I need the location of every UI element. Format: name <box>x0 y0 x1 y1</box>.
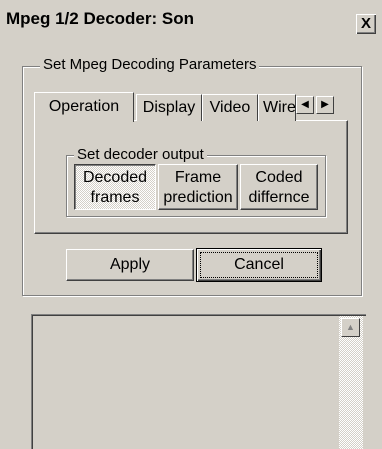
coded-difference-button[interactable]: Coded differnce <box>240 164 318 210</box>
button-label-line2: differnce <box>248 189 310 206</box>
decoding-parameters-group-label: Set Mpeg Decoding Parameters <box>40 56 260 73</box>
scroll-up-button[interactable]: ▲ <box>341 318 360 337</box>
tab-operation[interactable]: Operation <box>34 92 134 122</box>
close-icon: X <box>360 15 371 32</box>
apply-button[interactable]: Apply <box>66 249 194 281</box>
vertical-scrollbar[interactable]: ▲ <box>339 316 363 449</box>
output-text-area[interactable] <box>31 314 366 449</box>
arrow-up-icon: ▲ <box>346 322 355 332</box>
window-title: Mpeg 1/2 Decoder: Son <box>6 9 194 28</box>
button-label-line1: Coded <box>255 169 303 186</box>
tab-scroll-right-button[interactable]: ▶ <box>316 96 334 114</box>
frame-prediction-button[interactable]: Frame prediction <box>158 164 238 210</box>
apply-button-label: Apply <box>109 256 151 273</box>
chevron-left-icon: ◀ <box>301 99 309 110</box>
tab-display[interactable]: Display <box>136 94 202 121</box>
cancel-button-label: Cancel <box>234 256 284 273</box>
title-bar[interactable]: Mpeg 1/2 Decoder: Son X <box>0 0 382 38</box>
button-label-line2: prediction <box>163 189 233 206</box>
button-label-line1: Decoded <box>82 169 148 186</box>
tab-label: Wire <box>263 99 296 116</box>
button-label-line2: frames <box>90 189 140 206</box>
tab-label: Operation <box>48 98 120 115</box>
tab-label: Video <box>209 99 251 116</box>
cancel-button[interactable]: Cancel <box>196 248 322 282</box>
close-button[interactable]: X <box>356 14 376 34</box>
tab-scroll-left-button[interactable]: ◀ <box>296 96 314 114</box>
decoded-frames-button[interactable]: Decoded frames <box>74 164 156 210</box>
tab-video[interactable]: Video <box>202 94 258 121</box>
tab-wire[interactable]: Wire <box>258 94 296 121</box>
decoder-output-group-label: Set decoder output <box>74 146 207 163</box>
button-label-line1: Frame <box>174 169 222 186</box>
tab-label: Display <box>142 99 196 116</box>
chevron-right-icon: ▶ <box>321 99 329 110</box>
